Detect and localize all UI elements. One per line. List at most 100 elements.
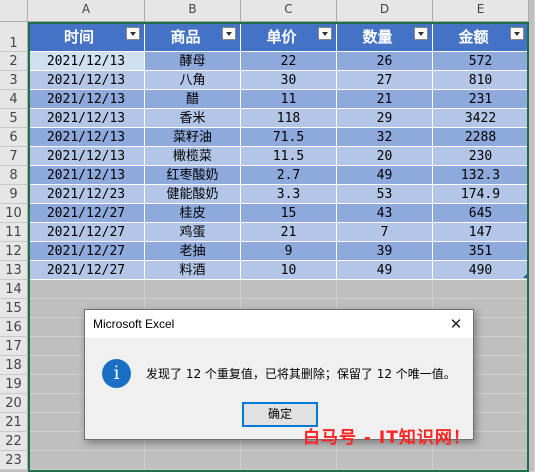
row-header-5[interactable]: 5 (0, 109, 28, 128)
column-header-B[interactable]: B (145, 0, 241, 22)
empty-cell[interactable] (337, 280, 433, 299)
table-cell[interactable]: 2021/12/13 (28, 71, 145, 90)
table-cell[interactable]: 30 (241, 71, 337, 90)
table-cell[interactable]: 26 (337, 52, 433, 71)
table-cell[interactable]: 645 (433, 204, 529, 223)
table-cell[interactable]: 八角 (145, 71, 241, 90)
table-cell[interactable]: 10 (241, 261, 337, 280)
table-cell[interactable]: 2021/12/13 (28, 147, 145, 166)
row-header-14[interactable]: 14 (0, 280, 28, 299)
empty-cell[interactable] (145, 280, 241, 299)
empty-cell[interactable] (529, 0, 535, 472)
table-cell[interactable]: 490 (433, 261, 529, 280)
row-header-2[interactable]: 2 (0, 52, 28, 71)
table-header-cell[interactable]: 商品 (145, 22, 241, 52)
row-header-13[interactable]: 13 (0, 261, 28, 280)
table-cell[interactable]: 2021/12/27 (28, 223, 145, 242)
empty-cell[interactable] (433, 280, 529, 299)
table-cell[interactable]: 49 (337, 166, 433, 185)
table-cell[interactable]: 39 (337, 242, 433, 261)
table-cell[interactable]: 43 (337, 204, 433, 223)
column-header-A[interactable]: A (28, 0, 145, 22)
filter-dropdown-icon[interactable] (222, 27, 236, 40)
table-cell[interactable]: 22 (241, 52, 337, 71)
table-cell[interactable]: 132.3 (433, 166, 529, 185)
row-header-9[interactable]: 9 (0, 185, 28, 204)
table-cell[interactable]: 2021/12/13 (28, 166, 145, 185)
row-header-18[interactable]: 18 (0, 356, 28, 375)
row-header-23[interactable]: 23 (0, 451, 28, 470)
row-header-7[interactable]: 7 (0, 147, 28, 166)
row-header-1[interactable]: 1 (0, 22, 28, 52)
table-cell[interactable]: 21 (337, 90, 433, 109)
table-cell[interactable]: 29 (337, 109, 433, 128)
table-cell[interactable]: 2021/12/13 (28, 52, 145, 71)
table-cell[interactable]: 231 (433, 90, 529, 109)
empty-cell[interactable] (433, 451, 529, 470)
table-cell[interactable]: 2021/12/13 (28, 90, 145, 109)
table-cell[interactable]: 香米 (145, 109, 241, 128)
table-cell[interactable]: 7 (337, 223, 433, 242)
table-cell[interactable]: 2021/12/27 (28, 204, 145, 223)
table-cell[interactable]: 572 (433, 52, 529, 71)
empty-cell[interactable] (145, 451, 241, 470)
table-cell[interactable]: 2021/12/27 (28, 242, 145, 261)
table-cell[interactable]: 醋 (145, 90, 241, 109)
table-cell[interactable]: 230 (433, 147, 529, 166)
table-cell[interactable]: 118 (241, 109, 337, 128)
table-cell[interactable]: 49 (337, 261, 433, 280)
select-all-corner[interactable] (0, 0, 28, 22)
table-cell[interactable]: 2021/12/13 (28, 109, 145, 128)
empty-cell[interactable] (241, 451, 337, 470)
row-header-6[interactable]: 6 (0, 128, 28, 147)
filter-dropdown-icon[interactable] (318, 27, 332, 40)
table-cell[interactable]: 810 (433, 71, 529, 90)
table-header-cell[interactable]: 时间 (28, 22, 145, 52)
column-header-E[interactable]: E (433, 0, 529, 22)
table-cell[interactable]: 料酒 (145, 261, 241, 280)
filter-dropdown-icon[interactable] (126, 27, 140, 40)
empty-cell[interactable] (28, 451, 145, 470)
table-cell[interactable]: 32 (337, 128, 433, 147)
table-cell[interactable]: 9 (241, 242, 337, 261)
table-cell[interactable]: 11.5 (241, 147, 337, 166)
row-header-20[interactable]: 20 (0, 394, 28, 413)
row-header-4[interactable]: 4 (0, 90, 28, 109)
row-header-21[interactable]: 21 (0, 413, 28, 432)
table-cell[interactable]: 2021/12/23 (28, 185, 145, 204)
row-header-17[interactable]: 17 (0, 337, 28, 356)
table-cell[interactable]: 2.7 (241, 166, 337, 185)
table-cell[interactable]: 菜籽油 (145, 128, 241, 147)
table-cell[interactable]: 3.3 (241, 185, 337, 204)
row-header-22[interactable]: 22 (0, 432, 28, 451)
row-header-11[interactable]: 11 (0, 223, 28, 242)
column-header-C[interactable]: C (241, 0, 337, 22)
table-cell[interactable]: 27 (337, 71, 433, 90)
table-cell[interactable]: 53 (337, 185, 433, 204)
table-cell[interactable]: 351 (433, 242, 529, 261)
table-cell[interactable]: 147 (433, 223, 529, 242)
table-cell[interactable]: 3422 (433, 109, 529, 128)
empty-cell[interactable] (241, 280, 337, 299)
table-cell[interactable]: 2021/12/27 (28, 261, 145, 280)
table-cell[interactable]: 11 (241, 90, 337, 109)
table-cell[interactable]: 酵母 (145, 52, 241, 71)
table-header-cell[interactable]: 单价 (241, 22, 337, 52)
table-cell[interactable]: 鸡蛋 (145, 223, 241, 242)
column-header-D[interactable]: D (337, 0, 433, 22)
table-cell[interactable]: 老抽 (145, 242, 241, 261)
filter-dropdown-icon[interactable] (510, 27, 524, 40)
table-cell[interactable]: 2021/12/13 (28, 128, 145, 147)
table-resize-handle[interactable] (523, 274, 527, 278)
table-cell[interactable]: 71.5 (241, 128, 337, 147)
row-header-12[interactable]: 12 (0, 242, 28, 261)
row-header-10[interactable]: 10 (0, 204, 28, 223)
table-cell[interactable]: 2288 (433, 128, 529, 147)
row-header-8[interactable]: 8 (0, 166, 28, 185)
row-header-3[interactable]: 3 (0, 71, 28, 90)
filter-dropdown-icon[interactable] (414, 27, 428, 40)
table-cell[interactable]: 橄榄菜 (145, 147, 241, 166)
table-header-cell[interactable]: 数量 (337, 22, 433, 52)
table-cell[interactable]: 健能酸奶 (145, 185, 241, 204)
table-cell[interactable]: 20 (337, 147, 433, 166)
